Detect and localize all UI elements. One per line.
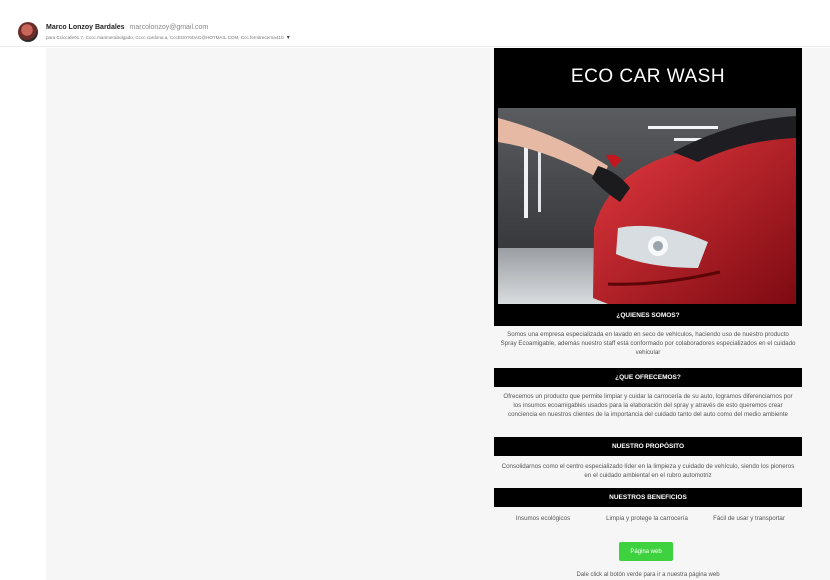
website-button[interactable]: Página web xyxy=(619,542,673,561)
benefit-item: Fácil de usar y transportar xyxy=(713,515,785,522)
recipients-list: para Cciccafe01.7, Cccc.marimerabolgado,… xyxy=(46,35,284,40)
newsletter: ECO CAR WASH ¿QUIENES SOMOS? Somos una e… xyxy=(494,48,802,580)
section-heading-quienes-somos: ¿QUIENES SOMOS? xyxy=(494,306,802,325)
newsletter-title: ECO CAR WASH xyxy=(570,66,726,87)
recipients-line: para Cciccafe01.7, Cccc.marimerabolgado,… xyxy=(46,34,290,41)
section-heading-proposito: NUESTRO PROPÓSITO xyxy=(494,437,802,456)
section-text-quienes-somos: Somos una empresa especializada en lavad… xyxy=(500,331,796,356)
footnote-text: Dale click al botón verde para ir a nues… xyxy=(576,572,720,578)
section-heading-beneficios: NUESTROS BENEFICIOS xyxy=(494,488,802,507)
section-heading-que-ofrecemos: ¿QUE OFRECEMOS? xyxy=(494,368,802,387)
section-text-proposito: Consolidarnos como el centro especializa… xyxy=(501,463,795,479)
sender-name[interactable]: Marco Lonzoy Bardales xyxy=(46,24,125,31)
chevron-down-icon[interactable]: ▾ xyxy=(287,35,290,41)
benefit-item: Insumos ecológicos xyxy=(515,515,571,522)
benefit-item: Limpia y protege la carrocería xyxy=(606,515,688,522)
sender-line: Marco Lonzoy Bardales marcolonzoy@gmail.… xyxy=(46,24,208,31)
car-wash-photo xyxy=(498,108,796,304)
sender-avatar[interactable] xyxy=(18,22,38,42)
section-text-que-ofrecemos: Ofrecemos un producto que permite limpia… xyxy=(503,393,793,418)
sender-email: marcolonzoy@gmail.com xyxy=(129,24,209,31)
email-body: ECO CAR WASH ¿QUIENES SOMOS? Somos una e… xyxy=(46,48,830,580)
hero-banner: ECO CAR WASH xyxy=(494,48,802,326)
email-header: Marco Lonzoy Bardales marcolonzoy@gmail.… xyxy=(0,0,830,47)
